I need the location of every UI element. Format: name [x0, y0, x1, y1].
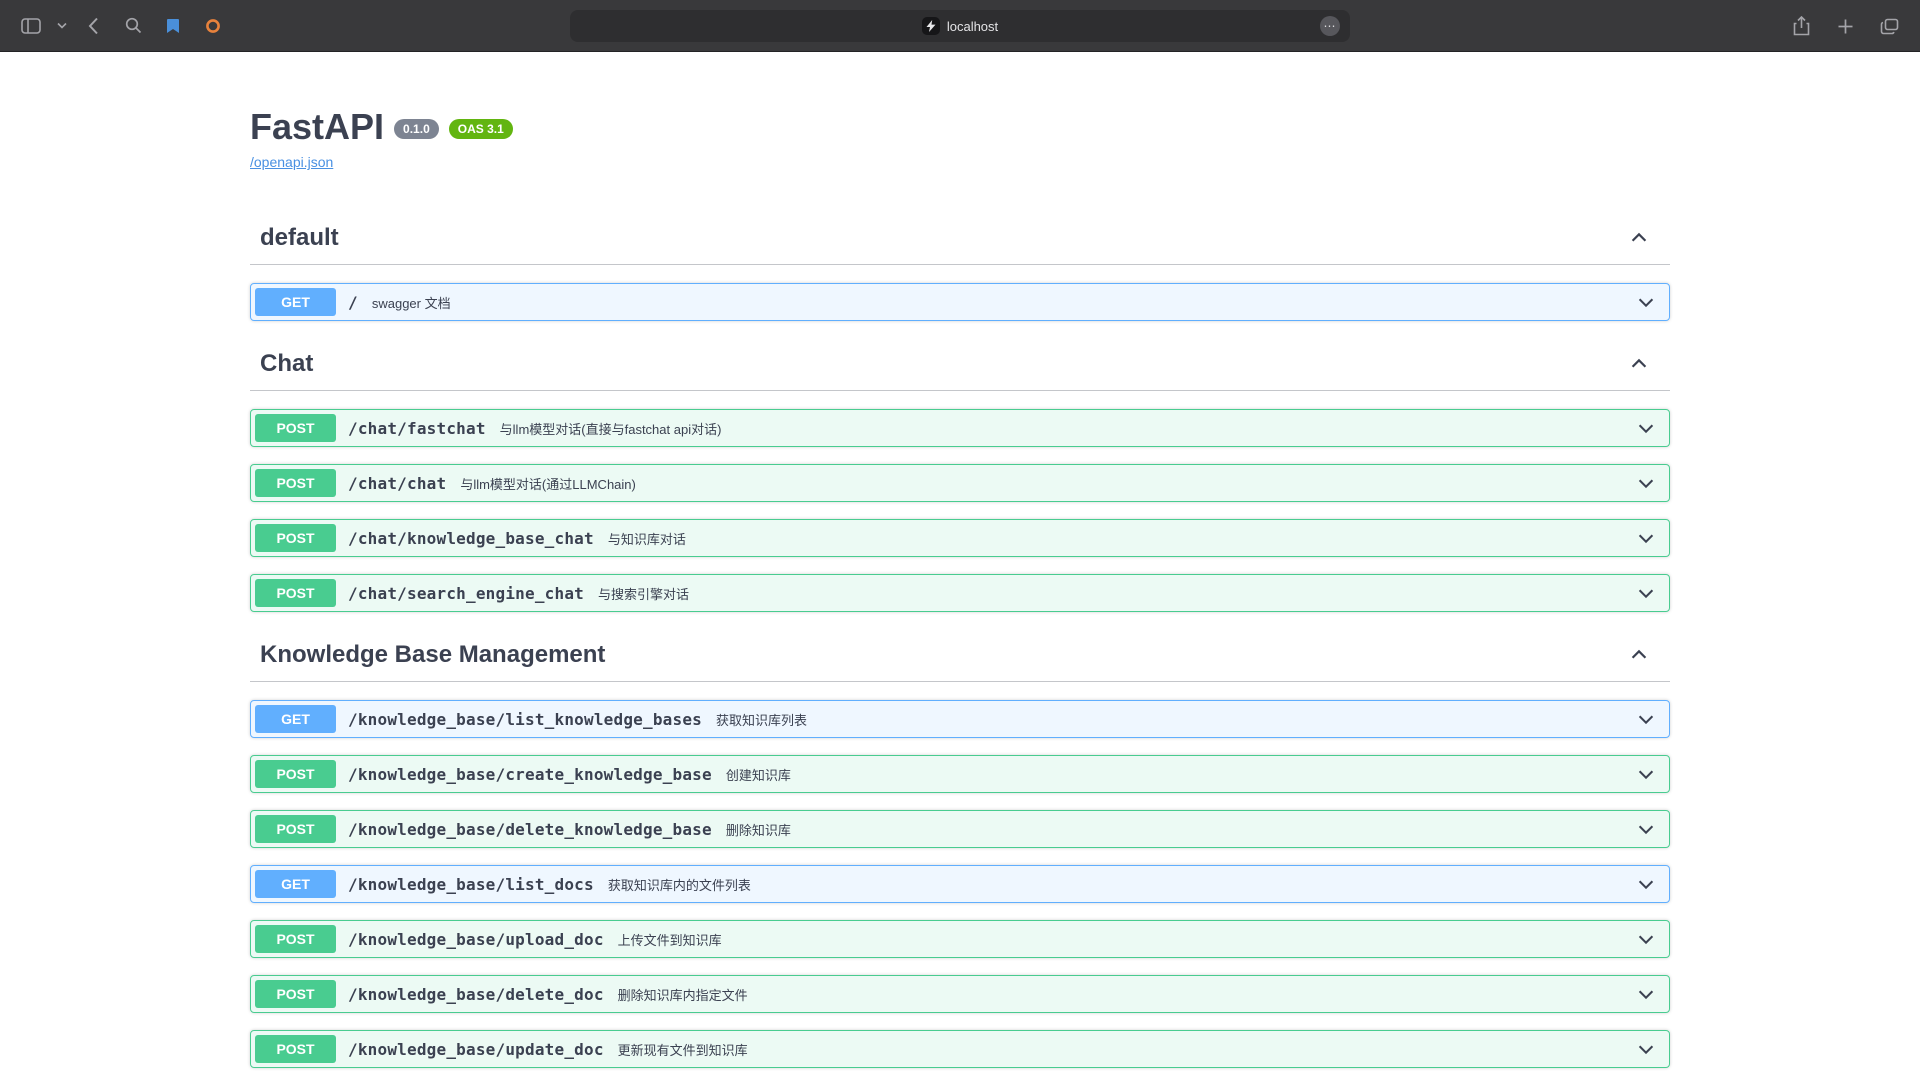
chevron-down-icon[interactable] — [1635, 818, 1657, 840]
operation-path: / — [348, 293, 358, 312]
operation-row[interactable]: POST /chat/fastchat 与llm模型对话(直接与fastchat… — [250, 409, 1670, 447]
api-sections: default GET / swagger 文档 Chat — [250, 212, 1670, 1080]
method-badge: POST — [255, 925, 336, 953]
section-title: default — [260, 224, 339, 252]
operation-row[interactable]: POST /knowledge_base/update_doc 更新现有文件到知… — [250, 1030, 1670, 1068]
operation-path: /knowledge_base/list_knowledge_bases — [348, 710, 702, 729]
section-operations: GET / swagger 文档 — [250, 283, 1670, 321]
method-badge: POST — [255, 579, 336, 607]
operation-row[interactable]: POST /chat/chat 与llm模型对话(通过LLMChain) — [250, 464, 1670, 502]
operation-row[interactable]: GET /knowledge_base/list_knowledge_bases… — [250, 700, 1670, 738]
operation-row[interactable]: POST /knowledge_base/upload_doc 上传文件到知识库 — [250, 920, 1670, 958]
tab-overview-icon[interactable] — [1872, 11, 1906, 41]
chevron-up-icon[interactable] — [1628, 227, 1650, 249]
section-header[interactable]: default — [250, 212, 1670, 265]
operation-row[interactable]: GET /knowledge_base/list_docs 获取知识库内的文件列… — [250, 865, 1670, 903]
address-bar[interactable]: localhost ⋯ — [570, 10, 1350, 42]
operation-path: /knowledge_base/update_doc — [348, 1040, 604, 1059]
section-title: Knowledge Base Management — [260, 641, 605, 669]
operation-description: swagger 文档 — [372, 293, 451, 312]
operation-description: 与llm模型对话(通过LLMChain) — [460, 474, 636, 493]
operation-description: 获取知识库内的文件列表 — [608, 875, 751, 894]
operation-path: /chat/search_engine_chat — [348, 584, 584, 603]
operation-row[interactable]: POST /chat/search_engine_chat 与搜索引擎对话 — [250, 574, 1670, 612]
share-icon[interactable] — [1784, 11, 1818, 41]
operation-description: 删除知识库 — [726, 820, 791, 839]
browser-toolbar: localhost ⋯ — [0, 0, 1920, 52]
api-section: Chat POST /chat/fastchat 与llm模型对话(直接与fas… — [250, 338, 1670, 612]
method-badge: POST — [255, 469, 336, 497]
operation-row[interactable]: POST /chat/knowledge_base_chat 与知识库对话 — [250, 519, 1670, 557]
section-operations: POST /chat/fastchat 与llm模型对话(直接与fastchat… — [250, 409, 1670, 612]
chevron-down-icon[interactable] — [1635, 582, 1657, 604]
chevron-down-icon[interactable] — [1635, 472, 1657, 494]
new-tab-icon[interactable] — [1828, 11, 1862, 41]
chevron-down-icon[interactable] — [1635, 417, 1657, 439]
page-title: FastAPI — [250, 106, 384, 148]
operation-description: 更新现有文件到知识库 — [618, 1040, 748, 1059]
operation-path: /chat/fastchat — [348, 419, 486, 438]
back-button-icon[interactable] — [76, 11, 110, 41]
operation-path: /knowledge_base/list_docs — [348, 875, 594, 894]
chevron-down-icon[interactable] — [1635, 291, 1657, 313]
operation-row[interactable]: POST /knowledge_base/create_knowledge_ba… — [250, 755, 1670, 793]
openapi-spec-link[interactable]: /openapi.json — [250, 154, 333, 170]
operation-description: 获取知识库列表 — [716, 710, 807, 729]
chevron-down-icon[interactable] — [1635, 527, 1657, 549]
operation-path: /knowledge_base/upload_doc — [348, 930, 604, 949]
chevron-down-icon[interactable] — [1635, 928, 1657, 950]
chevron-down-icon[interactable] — [1635, 873, 1657, 895]
section-operations: GET /knowledge_base/list_knowledge_bases… — [250, 700, 1670, 1080]
operation-row[interactable]: GET / swagger 文档 — [250, 283, 1670, 321]
site-favicon — [922, 17, 940, 35]
section-header[interactable]: Knowledge Base Management — [250, 629, 1670, 682]
chevron-down-icon[interactable] — [1635, 763, 1657, 785]
operation-path: /knowledge_base/delete_doc — [348, 985, 604, 1004]
operation-path: /chat/knowledge_base_chat — [348, 529, 594, 548]
operation-row[interactable]: POST /knowledge_base/delete_doc 删除知识库内指定… — [250, 975, 1670, 1013]
sidebar-chevron-icon[interactable] — [54, 11, 70, 41]
version-badge: 0.1.0 — [394, 119, 439, 139]
api-info: FastAPI 0.1.0 OAS 3.1 /openapi.json — [250, 106, 1670, 172]
operation-description: 删除知识库内指定文件 — [618, 985, 748, 1004]
api-section: Knowledge Base Management GET /knowledge… — [250, 629, 1670, 1080]
extensions-menu-icon[interactable]: ⋯ — [1320, 16, 1340, 36]
method-badge: POST — [255, 524, 336, 552]
oas-badge: OAS 3.1 — [449, 119, 513, 139]
extension-icon-orange[interactable] — [196, 11, 230, 41]
page-content: FastAPI 0.1.0 OAS 3.1 /openapi.json defa… — [0, 52, 1920, 1080]
api-section: default GET / swagger 文档 — [250, 212, 1670, 321]
operation-description: 上传文件到知识库 — [618, 930, 722, 949]
chevron-up-icon[interactable] — [1628, 644, 1650, 666]
section-header[interactable]: Chat — [250, 338, 1670, 391]
operation-path: /knowledge_base/create_knowledge_base — [348, 765, 712, 784]
method-badge: POST — [255, 980, 336, 1008]
extension-icon-blue[interactable] — [156, 11, 190, 41]
url-text: localhost — [947, 19, 998, 34]
method-badge: POST — [255, 760, 336, 788]
operation-row[interactable]: POST /knowledge_base/delete_knowledge_ba… — [250, 810, 1670, 848]
method-badge: POST — [255, 414, 336, 442]
method-badge: GET — [255, 870, 336, 898]
chevron-down-icon[interactable] — [1635, 983, 1657, 1005]
operation-description: 与搜索引擎对话 — [598, 584, 689, 603]
method-badge: GET — [255, 288, 336, 316]
method-badge: GET — [255, 705, 336, 733]
operation-description: 与llm模型对话(直接与fastchat api对话) — [500, 419, 722, 438]
method-badge: POST — [255, 1035, 336, 1063]
chevron-down-icon[interactable] — [1635, 1038, 1657, 1060]
section-title: Chat — [260, 350, 313, 378]
chevron-down-icon[interactable] — [1635, 708, 1657, 730]
operation-description: 创建知识库 — [726, 765, 791, 784]
search-icon[interactable] — [116, 11, 150, 41]
operation-description: 与知识库对话 — [608, 529, 686, 548]
operation-path: /chat/chat — [348, 474, 446, 493]
method-badge: POST — [255, 815, 336, 843]
operation-path: /knowledge_base/delete_knowledge_base — [348, 820, 712, 839]
sidebar-toggle-icon[interactable] — [14, 11, 48, 41]
chevron-up-icon[interactable] — [1628, 353, 1650, 375]
